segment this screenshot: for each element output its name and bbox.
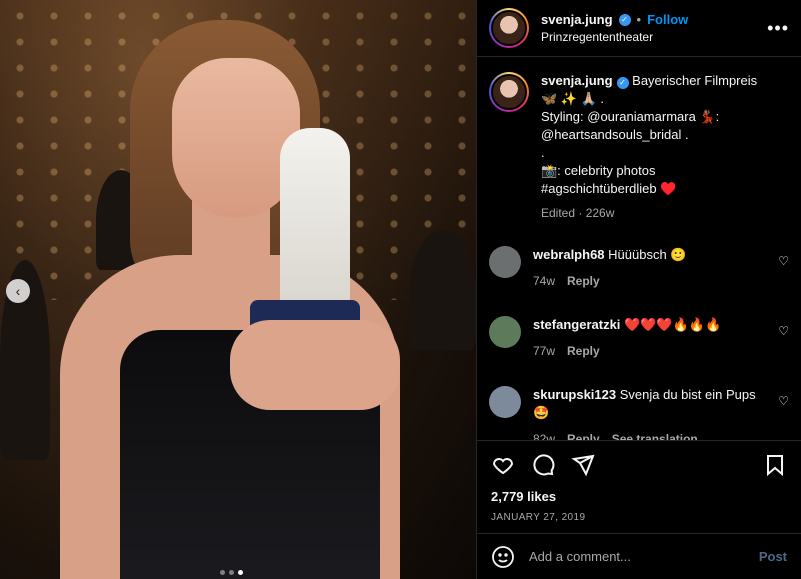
author-username[interactable]: svenja.jung bbox=[541, 12, 613, 27]
author-avatar[interactable] bbox=[489, 8, 529, 48]
caption-line: 🦋 ✨ 🙏🏼 . bbox=[541, 91, 605, 106]
post-header: svenja.jung ✓ • Follow Prinzregententhea… bbox=[477, 0, 801, 57]
caption-line: 📸: celebrity photos bbox=[541, 163, 656, 178]
caption-line: @heartsandsouls_bridal . bbox=[541, 127, 689, 142]
commenter-username[interactable]: stefangeratzki bbox=[533, 317, 620, 332]
like-comment-heart-icon[interactable]: ♡ bbox=[778, 254, 789, 268]
background-person bbox=[410, 230, 476, 350]
more-options-icon[interactable]: ••• bbox=[767, 18, 789, 39]
caption-line: #agschichtüberdlieb ♥️ bbox=[541, 181, 677, 196]
like-comment-heart-icon[interactable]: ♡ bbox=[778, 394, 789, 408]
post-side-panel: svenja.jung ✓ • Follow Prinzregententhea… bbox=[476, 0, 801, 579]
commenter-avatar[interactable] bbox=[489, 386, 521, 418]
chevron-left-icon: ‹ bbox=[15, 283, 21, 299]
carousel-prev-button[interactable]: ‹ bbox=[6, 279, 30, 303]
commenter-avatar[interactable] bbox=[489, 316, 521, 348]
caption-author-avatar[interactable] bbox=[489, 72, 529, 112]
see-translation-link[interactable]: See translation bbox=[612, 430, 698, 440]
post-photo[interactable]: ‹ bbox=[0, 0, 476, 579]
carousel-dot-active bbox=[238, 570, 243, 575]
post-comment-button[interactable]: Post bbox=[759, 549, 787, 564]
comment-item: webralph68 Hüüübsch 🙂 74w Reply ♡ bbox=[489, 246, 789, 290]
reply-button[interactable]: Reply bbox=[567, 272, 600, 290]
caption-line: Styling: @ouraniamarmara 💃🏽: bbox=[541, 109, 720, 124]
carousel-dot bbox=[229, 570, 234, 575]
comment-item: skurupski123 Svenja du bist ein Pups 🤩 8… bbox=[489, 386, 789, 440]
commenter-username[interactable]: webralph68 bbox=[533, 247, 605, 262]
like-comment-heart-icon[interactable]: ♡ bbox=[778, 324, 789, 338]
post-actions: 2,779 likes JANUARY 27, 2019 bbox=[477, 440, 801, 523]
share-icon[interactable] bbox=[571, 453, 595, 477]
verified-badge-icon: ✓ bbox=[616, 77, 629, 89]
caption-line: Bayerischer Filmpreis bbox=[632, 73, 758, 88]
comment-composer: Post bbox=[477, 533, 801, 579]
separator-dot: • bbox=[636, 12, 642, 27]
comments-list[interactable]: svenja.jung ✓ Bayerischer Filmpreis 🦋 ✨ 🙏… bbox=[477, 58, 801, 440]
comment-text: ❤️❤️❤️🔥🔥🔥 bbox=[624, 317, 722, 332]
comment-icon[interactable] bbox=[531, 453, 555, 477]
post-caption: svenja.jung ✓ Bayerischer Filmpreis 🦋 ✨ 🙏… bbox=[489, 72, 789, 220]
follow-button[interactable]: Follow bbox=[647, 12, 688, 27]
commenter-username[interactable]: skurupski123 bbox=[533, 387, 616, 402]
emoji-icon[interactable] bbox=[491, 545, 515, 569]
caption-username[interactable]: svenja.jung bbox=[541, 73, 613, 88]
trophy-figurine bbox=[280, 128, 350, 308]
post-location[interactable]: Prinzregententheater bbox=[541, 30, 767, 44]
post-date: JANUARY 27, 2019 bbox=[491, 512, 586, 523]
commenter-avatar[interactable] bbox=[489, 246, 521, 278]
comment-age: 74w bbox=[533, 274, 556, 288]
heart-icon[interactable] bbox=[491, 453, 515, 477]
reply-button[interactable]: Reply bbox=[567, 342, 600, 360]
caption-meta: Edited · 226w bbox=[541, 206, 615, 220]
verified-badge-icon: ✓ bbox=[618, 13, 631, 26]
comment-age: 82w bbox=[533, 432, 556, 440]
reply-button[interactable]: Reply bbox=[567, 430, 600, 440]
comment-age: 77w bbox=[533, 344, 556, 358]
likes-count[interactable]: 2,779 likes bbox=[491, 489, 787, 504]
carousel-dot bbox=[220, 570, 225, 575]
comment-item: stefangeratzki ❤️❤️❤️🔥🔥🔥 77w Reply ♡ bbox=[489, 316, 789, 360]
comment-input[interactable] bbox=[529, 549, 745, 564]
comment-text: Hüüübsch 🙂 bbox=[608, 247, 687, 262]
hands bbox=[230, 320, 400, 410]
bookmark-icon[interactable] bbox=[763, 453, 787, 477]
carousel-indicator bbox=[220, 570, 243, 575]
caption-line: . bbox=[541, 145, 545, 160]
